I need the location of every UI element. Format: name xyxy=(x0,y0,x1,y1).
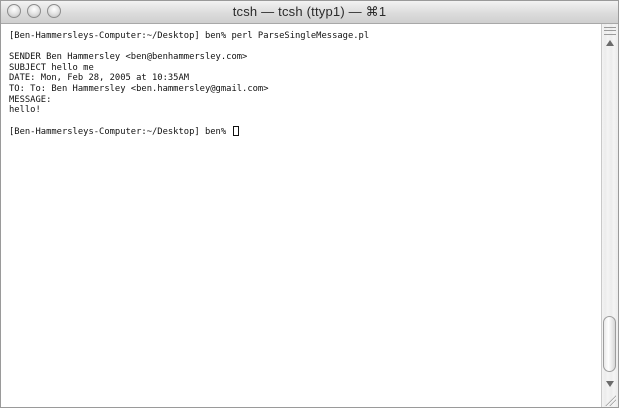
terminal-prompt-line: [Ben-Hammersleys-Computer:~/Desktop] ben… xyxy=(9,126,369,137)
split-pane-icon[interactable] xyxy=(604,27,616,35)
resize-grip-icon[interactable] xyxy=(604,394,616,406)
scrollbar-thumb[interactable] xyxy=(603,316,616,372)
terminal-window: tcsh — tcsh (ttyp1) — ⌘1 [Ben-Hammersley… xyxy=(0,0,619,408)
text-cursor xyxy=(233,126,240,137)
vertical-scrollbar[interactable] xyxy=(601,24,618,407)
terminal-line: TO: To: Ben Hammersley <ben.hammersley@g… xyxy=(9,83,269,94)
terminal-prompt: [Ben-Hammersleys-Computer:~/Desktop] ben… xyxy=(9,127,232,138)
terminal-line: SUBJECT hello me xyxy=(9,62,94,73)
terminal-line: DATE: Mon, Feb 28, 2005 at 10:35AM xyxy=(9,73,190,84)
title-bar[interactable]: tcsh — tcsh (ttyp1) — ⌘1 xyxy=(1,1,618,24)
arrow-down-icon[interactable] xyxy=(606,381,614,387)
terminal-line: [Ben-Hammersleys-Computer:~/Desktop] ben… xyxy=(9,31,370,41)
terminal-content[interactable]: [Ben-Hammersleys-Computer:~/Desktop] ben… xyxy=(1,24,601,407)
terminal-line: hello! xyxy=(9,105,41,116)
arrow-up-icon[interactable] xyxy=(606,40,614,46)
terminal-line: SENDER Ben Hammersley <ben@benhammersley… xyxy=(9,52,248,63)
terminal-line: MESSAGE: xyxy=(9,94,52,105)
terminal-output: [Ben-Hammersleys-Computer:~/Desktop] ben… xyxy=(9,31,369,137)
window-title: tcsh — tcsh (ttyp1) — ⌘1 xyxy=(232,4,387,19)
